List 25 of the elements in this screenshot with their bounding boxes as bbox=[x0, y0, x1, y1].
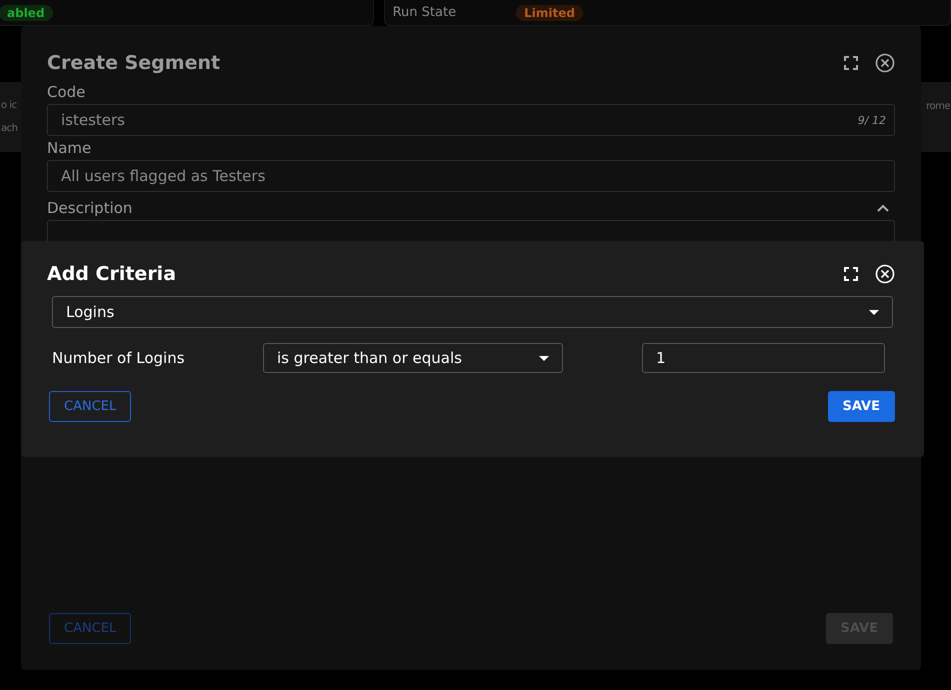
caret-icon bbox=[539, 356, 549, 360]
dialog-title: Add Criteria bbox=[47, 263, 176, 285]
banner-text: ach bbox=[1, 122, 18, 136]
caret-icon bbox=[869, 310, 879, 314]
banner-text: rome bbox=[926, 100, 950, 112]
run-state-label: Run State bbox=[392, 5, 456, 20]
criterion-dropdown[interactable]: Logins bbox=[52, 296, 893, 328]
close-icon[interactable] bbox=[875, 53, 895, 73]
fullscreen-icon[interactable] bbox=[844, 56, 858, 70]
character-counter: 9/ 12 bbox=[858, 114, 886, 126]
banner-text: o ic bbox=[1, 99, 18, 113]
condition-label: Number of Logins bbox=[52, 349, 186, 367]
operator-dropdown[interactable]: is greater than or equals bbox=[263, 343, 563, 373]
field-label: Code bbox=[47, 82, 86, 103]
field-label: Description bbox=[47, 198, 132, 219]
code-field[interactable]: istesters 9/ 12 bbox=[47, 104, 895, 136]
value-field[interactable]: 1 bbox=[642, 343, 885, 373]
save-button[interactable]: SAVE bbox=[828, 391, 895, 422]
run-state-badge: Limited bbox=[516, 4, 583, 20]
dialog-title: Create Segment bbox=[47, 52, 220, 74]
field-label: Name bbox=[47, 138, 92, 159]
name-field[interactable]: All users flagged as Testers bbox=[47, 160, 895, 192]
chevron-icon[interactable] bbox=[877, 204, 889, 212]
status-badge: abled bbox=[0, 4, 53, 20]
cancel-button[interactable]: CANCEL bbox=[49, 391, 132, 422]
